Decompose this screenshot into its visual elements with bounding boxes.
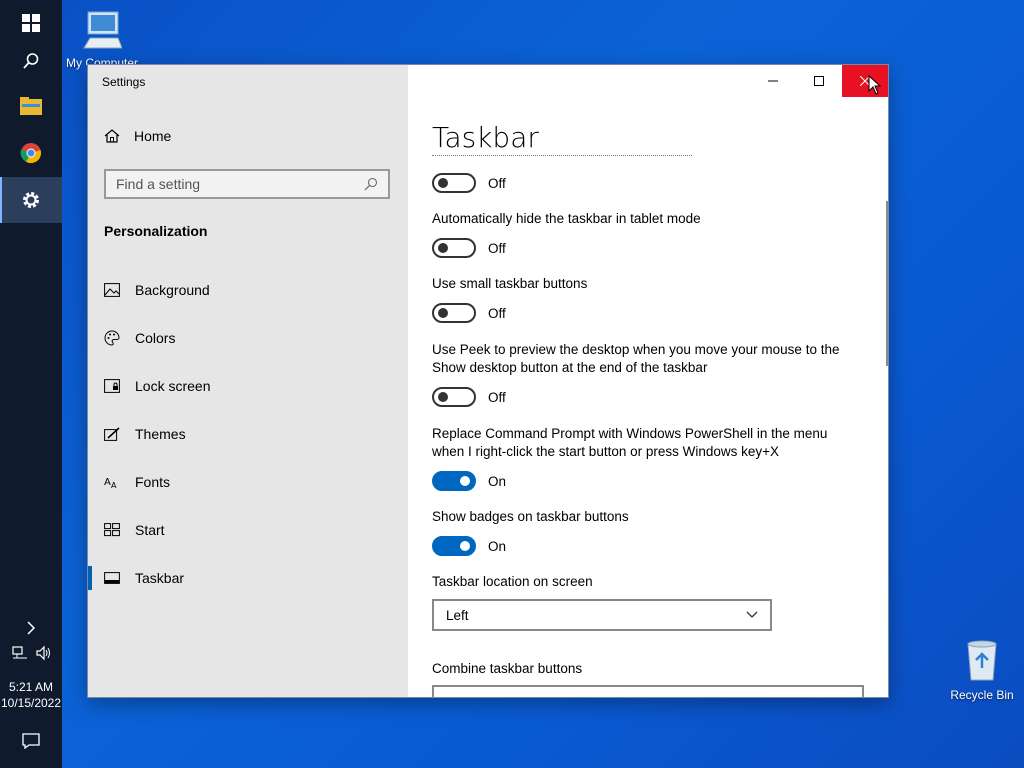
lock-screen-icon [104, 379, 120, 393]
page-title: Taskbar [432, 121, 539, 154]
clock-date: 10/15/2022 [0, 696, 62, 710]
combine-buttons-label: Combine taskbar buttons [432, 661, 583, 676]
action-center-button[interactable] [0, 718, 62, 764]
themes-icon [104, 427, 120, 441]
toggle-switch[interactable] [432, 536, 476, 556]
maximize-icon [814, 76, 824, 86]
taskbar-location-dropdown[interactable]: Left [432, 599, 772, 631]
background-icon [104, 283, 120, 297]
nav-item-label: Themes [135, 426, 186, 442]
setting-label: Use small taskbar buttons [432, 276, 588, 291]
chevron-right-icon [27, 621, 36, 635]
chevron-down-icon [746, 611, 758, 618]
settings-button[interactable] [0, 177, 62, 223]
combine-buttons-dropdown[interactable] [432, 685, 864, 697]
nav-home[interactable]: Home [104, 128, 171, 144]
chrome-button[interactable] [0, 130, 62, 176]
nav-section-heading: Personalization [104, 223, 208, 239]
notification-icon [22, 733, 40, 749]
toggle-row: On [432, 471, 506, 491]
search-placeholder: Find a setting [116, 176, 201, 192]
nav-item-label: Start [135, 522, 165, 538]
volume-icon[interactable] [36, 645, 52, 661]
desktop-icon-label: Recycle Bin [950, 688, 1014, 702]
show-hidden-icons-button[interactable] [0, 608, 62, 648]
toggle-row: Off [432, 238, 506, 258]
gear-icon [23, 192, 39, 208]
svg-text:A: A [104, 477, 111, 488]
taskbar-icon [104, 572, 120, 584]
search-icon [364, 177, 378, 191]
toggle-state: Off [488, 175, 506, 191]
search-icon [23, 53, 39, 69]
toggle-switch[interactable] [432, 471, 476, 491]
windows-logo-icon [22, 14, 40, 32]
toggle-state: Off [488, 305, 506, 321]
home-icon [104, 129, 120, 143]
folder-icon [20, 97, 42, 115]
toggle-state: On [488, 538, 507, 554]
window-title: Settings [102, 75, 146, 89]
taskbar: 5:21 AM 10/15/2022 [0, 0, 62, 768]
settings-content-pane: Taskbar Off Automatically hide the taskb… [408, 65, 888, 697]
setting-label: Replace Command Prompt with Windows Powe… [432, 426, 828, 459]
chrome-icon [20, 143, 41, 164]
minimize-button[interactable] [750, 65, 796, 97]
toggle-row: Off [432, 387, 506, 407]
nav-item-start[interactable]: Start [88, 510, 408, 550]
clipped-setting-label [432, 155, 692, 160]
nav-item-taskbar[interactable]: Taskbar [88, 558, 408, 598]
network-icon[interactable] [12, 645, 28, 661]
minimize-icon [768, 80, 778, 82]
nav-item-colors[interactable]: Colors [88, 318, 408, 358]
toggle-switch[interactable] [432, 238, 476, 258]
taskbar-location-label: Taskbar location on screen [432, 574, 593, 589]
nav-item-label: Lock screen [135, 378, 211, 394]
mouse-cursor-icon [868, 75, 882, 95]
nav-item-label: Colors [135, 330, 176, 346]
setting-label: Use Peek to preview the desktop when you… [432, 342, 840, 375]
maximize-button[interactable] [796, 65, 842, 97]
fonts-icon: A A [104, 477, 117, 489]
nav-item-label: Taskbar [135, 570, 185, 586]
search-input[interactable]: Find a setting [104, 169, 390, 199]
desktop-icon-recycle-bin[interactable]: Recycle Bin [944, 638, 1020, 702]
dropdown-value: Left [446, 607, 469, 623]
clock-time: 5:21 AM [8, 680, 54, 694]
toggle-row: Off [432, 173, 506, 193]
file-explorer-button[interactable] [0, 83, 62, 129]
nav-item-lock-screen[interactable]: Lock screen [88, 366, 408, 406]
toggle-switch[interactable] [432, 303, 476, 323]
computer-icon [83, 11, 122, 49]
nav-item-label: Fonts [135, 474, 171, 490]
desktop-icon-my-computer[interactable]: My Computer [64, 10, 140, 70]
scrollbar[interactable] [886, 201, 888, 366]
toggle-state: Off [488, 240, 506, 256]
system-tray [12, 645, 52, 661]
recycle-bin-icon [967, 640, 997, 681]
svg-text:A: A [111, 481, 117, 489]
toggle-row: Off [432, 303, 506, 323]
nav-item-background[interactable]: Background [88, 270, 408, 310]
toggle-row: On [432, 536, 506, 556]
settings-window: Settings Home Find a setting Personaliza… [88, 65, 888, 697]
clock[interactable]: 5:21 AM 10/15/2022 [0, 679, 62, 711]
palette-icon [104, 330, 120, 346]
toggle-state: On [488, 473, 507, 489]
toggle-state: Off [488, 389, 506, 405]
nav-item-label: Background [135, 282, 210, 298]
setting-label: Show badges on taskbar buttons [432, 509, 629, 524]
search-button[interactable] [0, 38, 62, 84]
nav-item-fonts[interactable]: A A Fonts [88, 462, 408, 502]
nav-home-label: Home [134, 128, 172, 144]
start-icon [104, 523, 120, 537]
toggle-switch[interactable] [432, 387, 476, 407]
nav-item-themes[interactable]: Themes [88, 414, 408, 454]
toggle-switch[interactable] [432, 173, 476, 193]
setting-label: Automatically hide the taskbar in tablet… [432, 211, 701, 226]
settings-nav-pane: Settings Home Find a setting Personaliza… [88, 65, 408, 697]
